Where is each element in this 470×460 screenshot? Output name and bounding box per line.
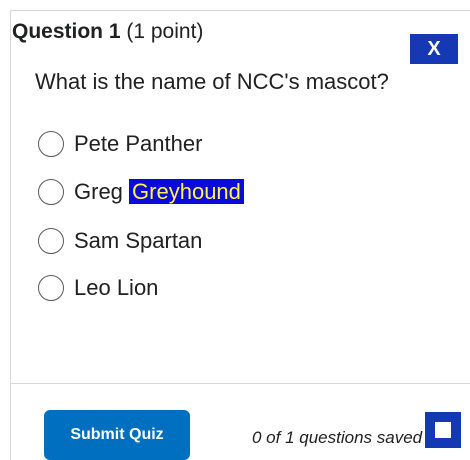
option-label: Leo Lion [74, 275, 159, 300]
save-status-text: 0 of 1 questions saved [252, 428, 423, 447]
radio-button[interactable] [38, 131, 64, 157]
option-pete-panther[interactable]: Pete Panther [38, 129, 202, 159]
option-label-prefix: Greg [74, 179, 123, 204]
radio-button[interactable] [38, 275, 64, 301]
top-strip [0, 0, 470, 10]
stop-button[interactable] [425, 412, 461, 448]
square-stop-icon [435, 422, 451, 438]
radio-button[interactable] [38, 228, 64, 254]
footer-divider [10, 383, 470, 384]
option-leo-lion[interactable]: Leo Lion [38, 273, 158, 303]
radio-button[interactable] [38, 179, 64, 205]
submit-quiz-button[interactable]: Submit Quiz [44, 410, 190, 460]
option-label: Sam Spartan [74, 228, 203, 253]
option-label: Pete Panther [74, 131, 203, 156]
option-sam-spartan[interactable]: Sam Spartan [38, 226, 202, 256]
close-button[interactable]: X [410, 34, 458, 64]
question-points: (1 point) [126, 20, 204, 43]
question-text: What is the name of NCC's mascot? [35, 69, 389, 94]
highlighted-text: Greyhound [129, 179, 244, 204]
question-header: Question 1 (1 point) [12, 20, 203, 44]
option-label: Greg Greyhound [74, 179, 244, 205]
option-greg-greyhound[interactable]: Greg Greyhound [38, 177, 244, 207]
question-number: Question 1 [12, 20, 121, 43]
